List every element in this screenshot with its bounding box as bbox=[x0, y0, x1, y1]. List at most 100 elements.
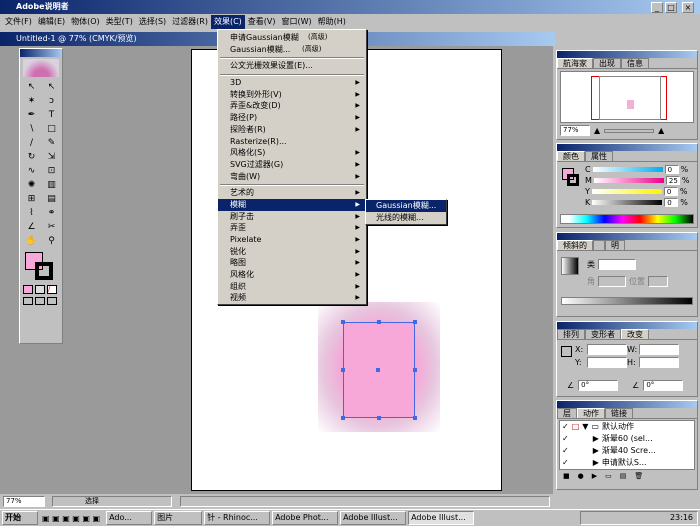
menu-item-distort2[interactable]: 弄歪 ▶ bbox=[218, 222, 366, 234]
task-photoshop[interactable]: Adobe Phot... bbox=[272, 511, 339, 525]
navigator-preview[interactable] bbox=[560, 71, 694, 123]
reference-point-icon[interactable] bbox=[561, 346, 572, 357]
menu-item-warp[interactable]: 弯曲(W) ▶ bbox=[218, 171, 366, 183]
tab-align[interactable]: 排列 bbox=[557, 329, 585, 339]
menu-item-path[interactable]: 路径(P) ▶ bbox=[218, 112, 366, 124]
zoom-field[interactable]: 77% bbox=[560, 125, 590, 136]
handle[interactable] bbox=[413, 368, 417, 372]
menu-item-pathfinder[interactable]: 探险者(R) ▶ bbox=[218, 124, 366, 136]
color-spectrum[interactable] bbox=[560, 214, 694, 224]
menu-select[interactable]: 选择(S) bbox=[136, 15, 169, 29]
task-pictures[interactable]: 图片 bbox=[154, 511, 203, 525]
status-mode[interactable]: 选择 bbox=[52, 496, 172, 507]
quicklaunch-icons[interactable]: ▣ ▣ ▣ ▣ ▣ ▣ bbox=[42, 514, 100, 523]
tab-attributes[interactable]: 属性 bbox=[585, 151, 613, 161]
menu-item-doc-raster-settings[interactable]: 公文光栅效果设置(E)... bbox=[218, 60, 366, 72]
menu-item-rasterize[interactable]: Rasterize(R)... bbox=[218, 136, 366, 148]
menu-item-video[interactable]: 视频 ▶ bbox=[218, 292, 366, 304]
rotate-tool-icon[interactable]: ↻ bbox=[22, 151, 41, 164]
zoom-in-icon[interactable]: ▲ bbox=[658, 126, 664, 135]
close-button[interactable]: × bbox=[682, 1, 694, 13]
new-action-icon[interactable]: ▤ bbox=[620, 472, 627, 480]
menu-item-distort[interactable]: 弄歪&改变(D) ▶ bbox=[218, 100, 366, 112]
stop-icon[interactable]: ■ bbox=[563, 472, 570, 480]
menu-item-convert-shape[interactable]: 转换到外形(V) ▶ bbox=[218, 89, 366, 101]
menu-item-stylize2[interactable]: 风格化 ▶ bbox=[218, 269, 366, 281]
stroke-swatch[interactable] bbox=[35, 262, 53, 280]
horizontal-scrollbar[interactable] bbox=[180, 496, 550, 507]
handle[interactable] bbox=[341, 416, 345, 420]
menu-type[interactable]: 类型(T) bbox=[103, 15, 136, 29]
screen-mode-icon[interactable] bbox=[35, 297, 45, 305]
tab-actions[interactable]: 动作 bbox=[577, 408, 605, 418]
menu-help[interactable]: 帮助(H) bbox=[315, 15, 349, 29]
symbol-sprayer-icon[interactable]: ✺ bbox=[22, 179, 41, 192]
tab-color[interactable]: 颜色 bbox=[557, 151, 585, 161]
menu-item-artistic[interactable]: 艺术的 ▶ bbox=[218, 187, 366, 199]
menu-item-sketch[interactable]: 略图 ▶ bbox=[218, 257, 366, 269]
tab-links[interactable]: 链接 bbox=[605, 408, 633, 418]
action-item[interactable]: 渐晕40 Scre... bbox=[602, 445, 656, 457]
gradient-type-select[interactable] bbox=[598, 259, 636, 270]
scissors-icon[interactable]: ✂ bbox=[42, 221, 61, 234]
magenta-slider[interactable] bbox=[593, 178, 664, 183]
pencil-tool-icon[interactable]: ✎ bbox=[42, 137, 61, 150]
menu-item-blur[interactable]: 模糊 ▶ bbox=[218, 198, 366, 211]
tab-gradient[interactable]: 倾斜的 bbox=[557, 240, 593, 250]
handle[interactable] bbox=[413, 320, 417, 324]
menu-item-svg-filters[interactable]: SVG过滤器(G) ▶ bbox=[218, 159, 366, 171]
handle[interactable] bbox=[341, 368, 345, 372]
h-field[interactable] bbox=[639, 357, 679, 368]
graph-tool-icon[interactable]: ▥ bbox=[42, 179, 61, 192]
slice-tool-icon[interactable]: ∠ bbox=[22, 221, 41, 234]
action-item[interactable]: 渐晕60 (sel... bbox=[602, 433, 653, 445]
menu-object[interactable]: 物体(O) bbox=[68, 15, 103, 29]
screen-mode-icon[interactable] bbox=[23, 297, 33, 305]
black-value[interactable]: 0 bbox=[664, 198, 679, 207]
tab-stroke[interactable] bbox=[593, 240, 605, 250]
magenta-value[interactable]: 25 bbox=[665, 176, 680, 185]
start-button[interactable]: 开始 bbox=[2, 511, 38, 525]
task-rhino[interactable]: 针 - Rhinoc... bbox=[204, 511, 271, 525]
black-slider[interactable] bbox=[592, 200, 663, 205]
direct-selection-tool-icon[interactable]: ↖ bbox=[42, 81, 61, 94]
color-mode-icon[interactable] bbox=[23, 285, 33, 294]
w-field[interactable] bbox=[639, 344, 679, 355]
task-illustrator[interactable]: Adobe Illust... bbox=[340, 511, 407, 525]
tab-navigator[interactable]: 航海家 bbox=[557, 58, 593, 68]
warp-tool-icon[interactable]: ∿ bbox=[22, 165, 41, 178]
free-transform-icon[interactable]: ⊡ bbox=[42, 165, 61, 178]
menu-item-radial-blur[interactable]: 光线的模糊... bbox=[366, 212, 446, 224]
tab-appearance[interactable]: 出现 bbox=[593, 58, 621, 68]
zoom-out-icon[interactable]: ▲ bbox=[594, 126, 600, 135]
menu-item-texture[interactable]: 组织 ▶ bbox=[218, 281, 366, 293]
menu-item-pixelate[interactable]: Pixelate ▶ bbox=[218, 234, 366, 246]
scale-tool-icon[interactable]: ⇲ bbox=[42, 151, 61, 164]
tab-transform[interactable]: 变形者 bbox=[585, 329, 621, 339]
eyedropper-icon[interactable]: ⌇ bbox=[22, 207, 41, 220]
selection-tool-icon[interactable]: ↖ bbox=[22, 81, 41, 94]
action-item[interactable]: 申请默认S... bbox=[602, 457, 647, 469]
status-zoom[interactable]: 77% bbox=[3, 496, 45, 507]
tab-layers[interactable]: 层 bbox=[557, 408, 577, 418]
yellow-value[interactable]: 0 bbox=[663, 187, 678, 196]
handle[interactable] bbox=[377, 320, 381, 324]
rotate-field[interactable]: 0° bbox=[578, 380, 619, 391]
menu-effect[interactable]: 效果(C) bbox=[210, 14, 245, 29]
action-set-default[interactable]: 默认动作 bbox=[602, 421, 634, 433]
pen-tool-icon[interactable]: ✒ bbox=[22, 109, 41, 122]
menu-filter[interactable]: 过滤器(R) bbox=[169, 15, 211, 29]
tab-info[interactable]: 信息 bbox=[621, 58, 649, 68]
gradient-ramp[interactable] bbox=[561, 297, 693, 305]
menu-edit[interactable]: 编辑(E) bbox=[35, 15, 68, 29]
menu-item-stylize[interactable]: 风格化(S) ▶ bbox=[218, 147, 366, 159]
maximize-button[interactable]: □ bbox=[665, 1, 677, 13]
cyan-value[interactable]: 0 bbox=[664, 165, 679, 174]
record-icon[interactable]: ● bbox=[578, 472, 584, 480]
handle[interactable] bbox=[377, 416, 381, 420]
menu-file[interactable]: 文件(F) bbox=[2, 15, 35, 29]
menu-item-gaussian[interactable]: Gaussian模糊... (高级) bbox=[218, 44, 366, 56]
handle[interactable] bbox=[413, 416, 417, 420]
none-mode-icon[interactable]: / bbox=[47, 285, 57, 294]
paintbrush-tool-icon[interactable]: ∕ bbox=[22, 137, 41, 150]
